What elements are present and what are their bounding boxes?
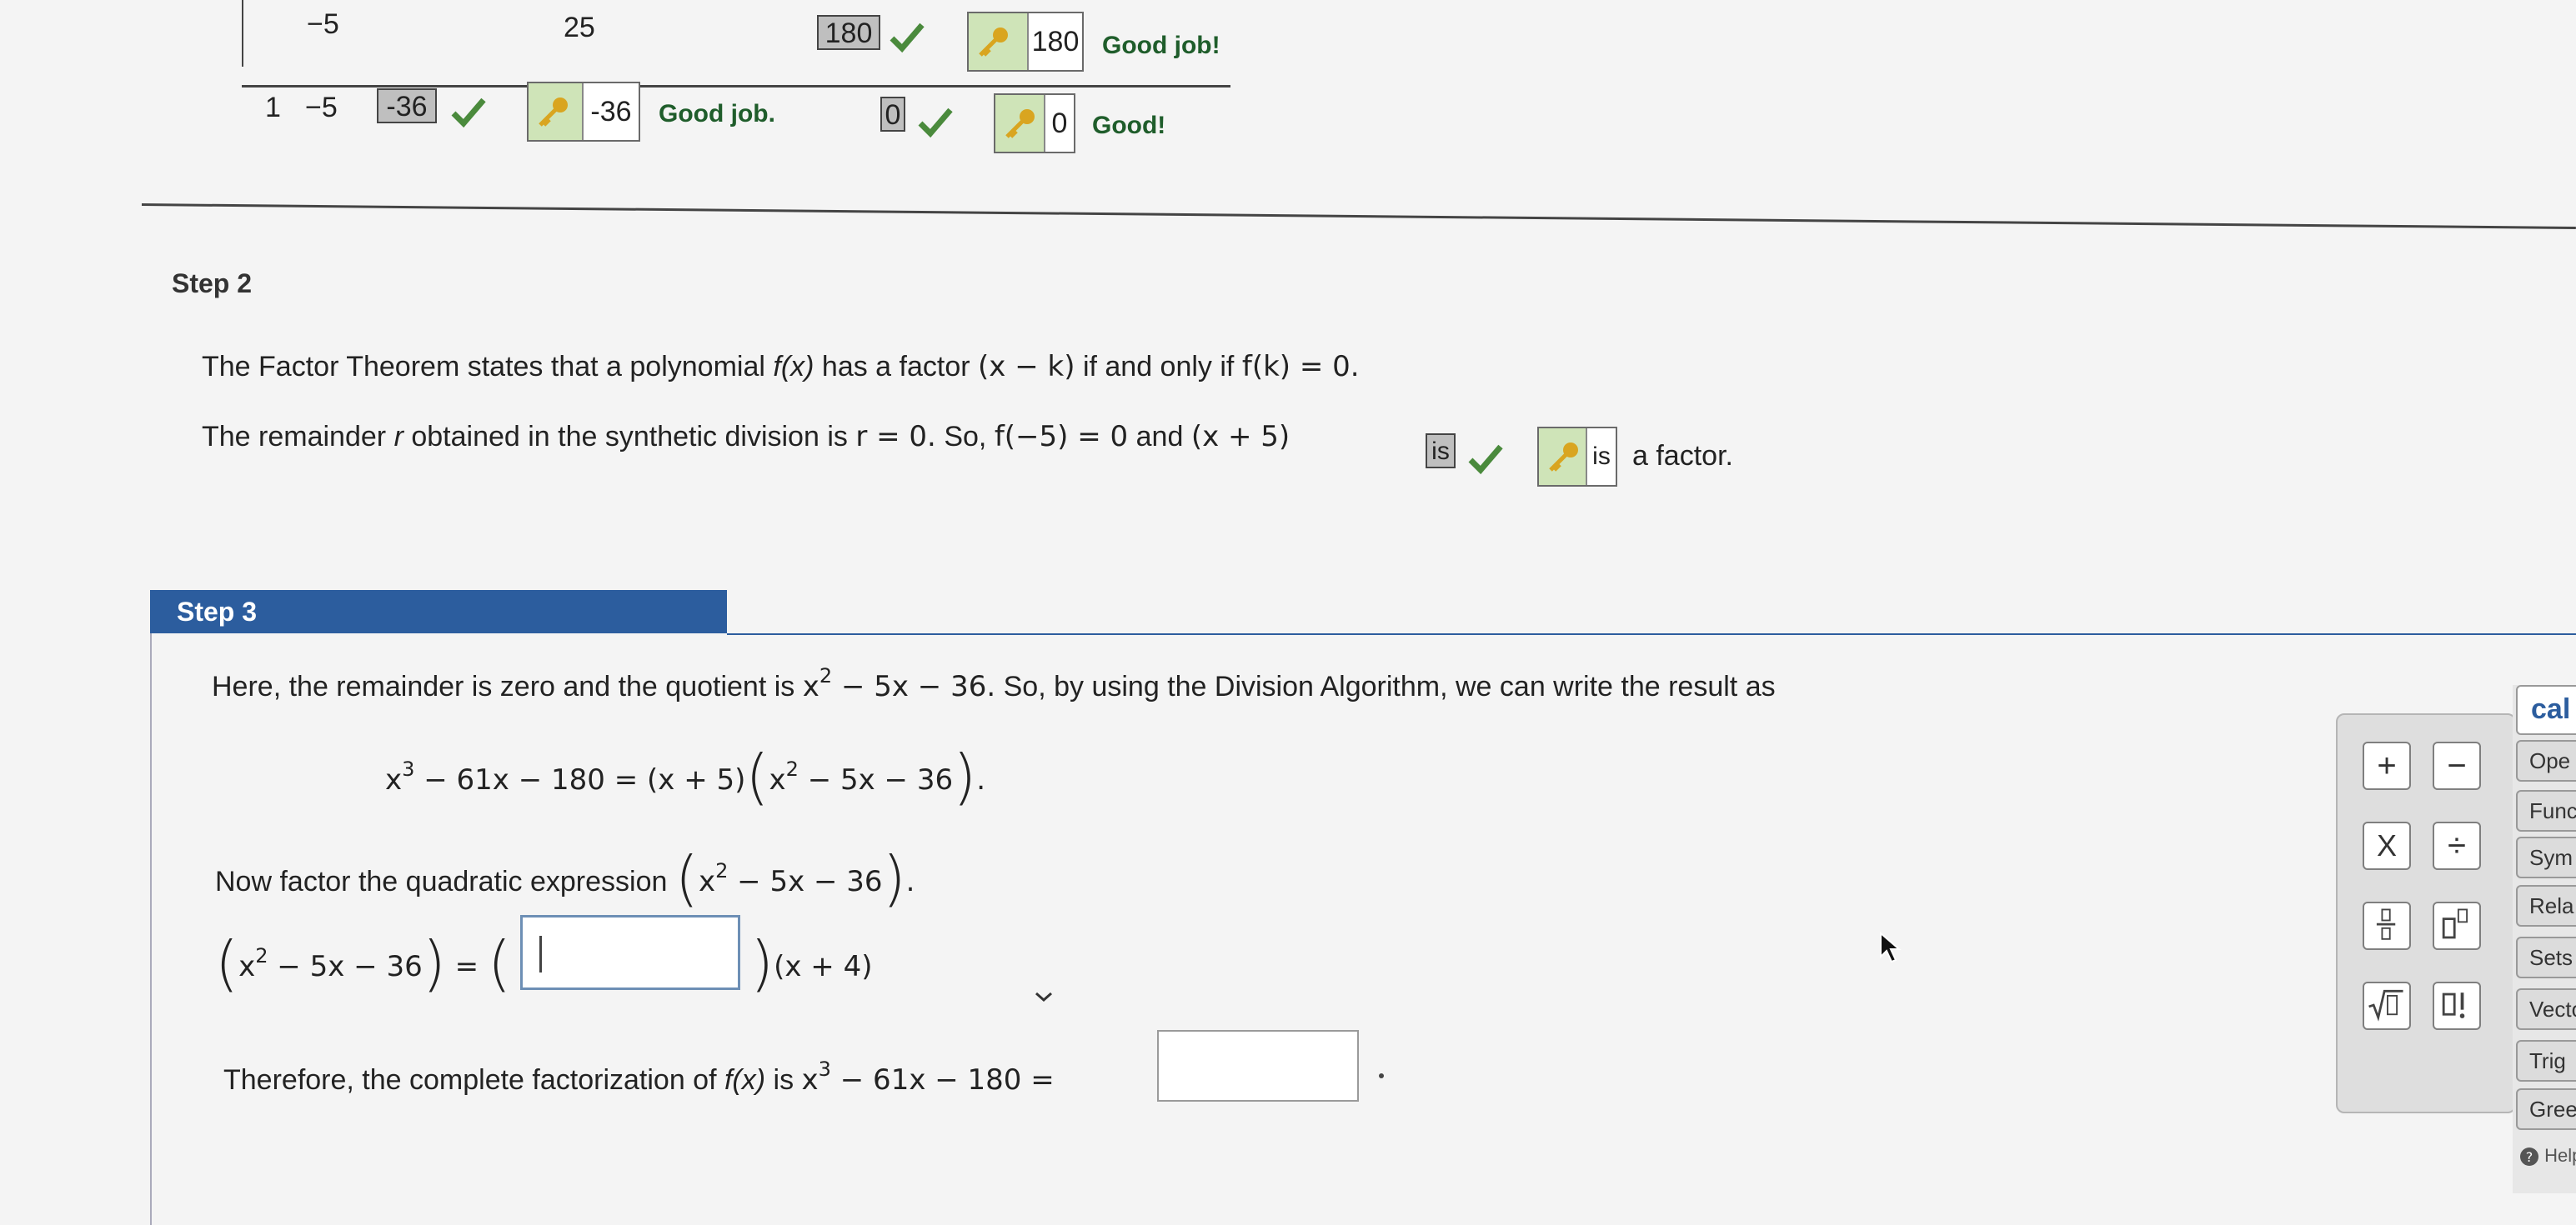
text: Here, the remainder is zero and the quot… — [212, 671, 795, 702]
tab-symbols[interactable]: Sym — [2516, 837, 2576, 878]
tab-trig[interactable]: Trig — [2516, 1040, 2576, 1082]
text: f(x) — [773, 351, 814, 382]
factor-answer-input[interactable] — [520, 915, 740, 990]
help-label: Help — [2544, 1145, 2576, 1166]
chevron-down-icon — [1035, 992, 1052, 1002]
quotient-expression: x2 − 5x − 36. — [802, 664, 996, 703]
check-icon — [918, 108, 953, 138]
key-value: 0 — [1044, 95, 1074, 152]
help-link[interactable]: ? Help — [2519, 1145, 2576, 1167]
factorial-button[interactable] — [2433, 982, 2481, 1030]
text: r — [393, 421, 403, 452]
feedback-good: Good! — [1092, 112, 1166, 139]
svg-text:?: ? — [2526, 1149, 2533, 1165]
row1-answer-180[interactable]: 180 — [817, 15, 880, 50]
palette-side-menu: cal Ope Func Sym Rela Sets Vecto Trig Gr… — [2513, 685, 2576, 1193]
remainder-statement: The remainder r obtained in the syntheti… — [202, 420, 1290, 453]
text: The remainder — [202, 421, 387, 452]
text: if and only if — [1082, 351, 1235, 382]
text: and — [1135, 421, 1184, 452]
text: f(x) — [724, 1064, 766, 1096]
power-icon — [2442, 908, 2468, 939]
key-answer-0: 0 — [994, 93, 1075, 153]
feedback-good-job: Good job! — [1102, 32, 1220, 59]
sqrt-icon — [2368, 989, 2403, 1022]
key-answer-neg36: -36 — [527, 82, 640, 142]
tab-operations[interactable]: Ope — [2516, 740, 2576, 782]
key-answer-180: 180 — [967, 12, 1084, 72]
text: f(−5) = 0 — [994, 420, 1129, 453]
fraction-icon — [2376, 908, 2396, 940]
final-factorization-input[interactable] — [1157, 1030, 1359, 1102]
step3-intro: Here, the remainder is zero and the quot… — [212, 664, 1776, 703]
cubic-expression: x3 − 61x − 180 = — [801, 1058, 1055, 1097]
text: has a factor — [821, 351, 970, 382]
divide-button[interactable]: ÷ — [2433, 822, 2481, 870]
key-value: -36 — [582, 83, 639, 140]
tab-relations[interactable]: Rela — [2516, 885, 2576, 927]
text: Therefore, the complete factorization of — [223, 1064, 717, 1096]
sqrt-button[interactable] — [2363, 982, 2411, 1030]
minus-button[interactable]: − — [2433, 742, 2481, 790]
check-icon — [890, 22, 925, 53]
section-divider — [141, 203, 2576, 230]
step2-heading: Step 2 — [172, 268, 253, 298]
tab-greek[interactable]: Greek — [2516, 1088, 2576, 1130]
check-icon — [1468, 444, 1503, 475]
period — [1379, 1073, 1384, 1078]
math-palette: + − X ÷ — [2336, 713, 2516, 1113]
quadratic-expression: (x2 − 5x − 36). — [674, 843, 915, 913]
step3-header-rule — [727, 633, 2576, 635]
plus-button[interactable]: + — [2363, 742, 2411, 790]
a-factor-text: a factor. — [1632, 440, 1733, 472]
factor-row-rhs: )(x + 4) — [750, 928, 873, 998]
mouse-cursor-icon — [1880, 932, 1902, 963]
row2-answer-neg36[interactable]: -36 — [377, 88, 437, 123]
power-button[interactable] — [2433, 902, 2481, 950]
is-answer-box[interactable]: is — [1426, 433, 1456, 468]
row1-value-2: 25 — [564, 12, 595, 43]
text: is — [773, 1064, 794, 1096]
text: (x − k) — [978, 350, 1075, 383]
text: (x + 5) — [1190, 420, 1291, 453]
key-icon — [539, 98, 568, 127]
text: So, by using the Division Algorithm, we … — [1003, 671, 1776, 702]
row2-answer-0[interactable]: 0 — [880, 97, 905, 132]
factor-row-lhs: (x2 − 5x − 36) = ( — [215, 928, 512, 998]
text: obtained in the synthetic division is — [411, 421, 848, 452]
factor-theorem-statement: The Factor Theorem states that a polynom… — [202, 350, 1360, 383]
key-icon — [979, 28, 1008, 57]
tab-vectors[interactable]: Vecto — [2516, 988, 2576, 1030]
key-value: is — [1586, 428, 1616, 485]
key-icon — [1005, 109, 1035, 138]
row1-value-1: −5 — [307, 8, 339, 40]
text: The Factor Theorem states that a polynom… — [202, 351, 765, 382]
check-icon — [451, 98, 486, 128]
step3-heading: Step 3 — [150, 590, 727, 633]
final-factorization-statement: Therefore, the complete factorization of… — [223, 1058, 1055, 1097]
factorial-icon — [2442, 992, 2465, 1018]
key-icon — [1549, 442, 1578, 472]
key-value: 180 — [1027, 13, 1082, 70]
division-algorithm-equation: x3 − 61x − 180 = (x + 5)(x2 − 5x − 36). — [385, 742, 986, 812]
times-button[interactable]: X — [2363, 822, 2411, 870]
text: f(k) = 0. — [1241, 350, 1360, 383]
synthetic-division-rule — [242, 85, 1230, 88]
text: So, — [944, 421, 987, 452]
text-cursor — [539, 936, 542, 972]
factor-prompt: Now factor the quadratic expression (x2 … — [215, 835, 915, 913]
feedback-good-job-period: Good job. — [659, 100, 775, 128]
help-icon: ? — [2520, 1148, 2538, 1167]
text: Now factor the quadratic expression — [215, 866, 668, 898]
fraction-button[interactable] — [2363, 902, 2411, 950]
tab-functions[interactable]: Func — [2516, 790, 2576, 832]
row2-lead: 1 — [265, 92, 281, 123]
text: r = 0. — [855, 420, 936, 453]
tab-sets[interactable]: Sets — [2516, 937, 2576, 978]
row2-value-1: −5 — [305, 92, 338, 123]
step3-left-border — [150, 633, 152, 1225]
key-answer-is: is — [1537, 427, 1617, 487]
synthetic-division-frame — [242, 0, 243, 67]
calculator-title: cal — [2516, 685, 2576, 735]
